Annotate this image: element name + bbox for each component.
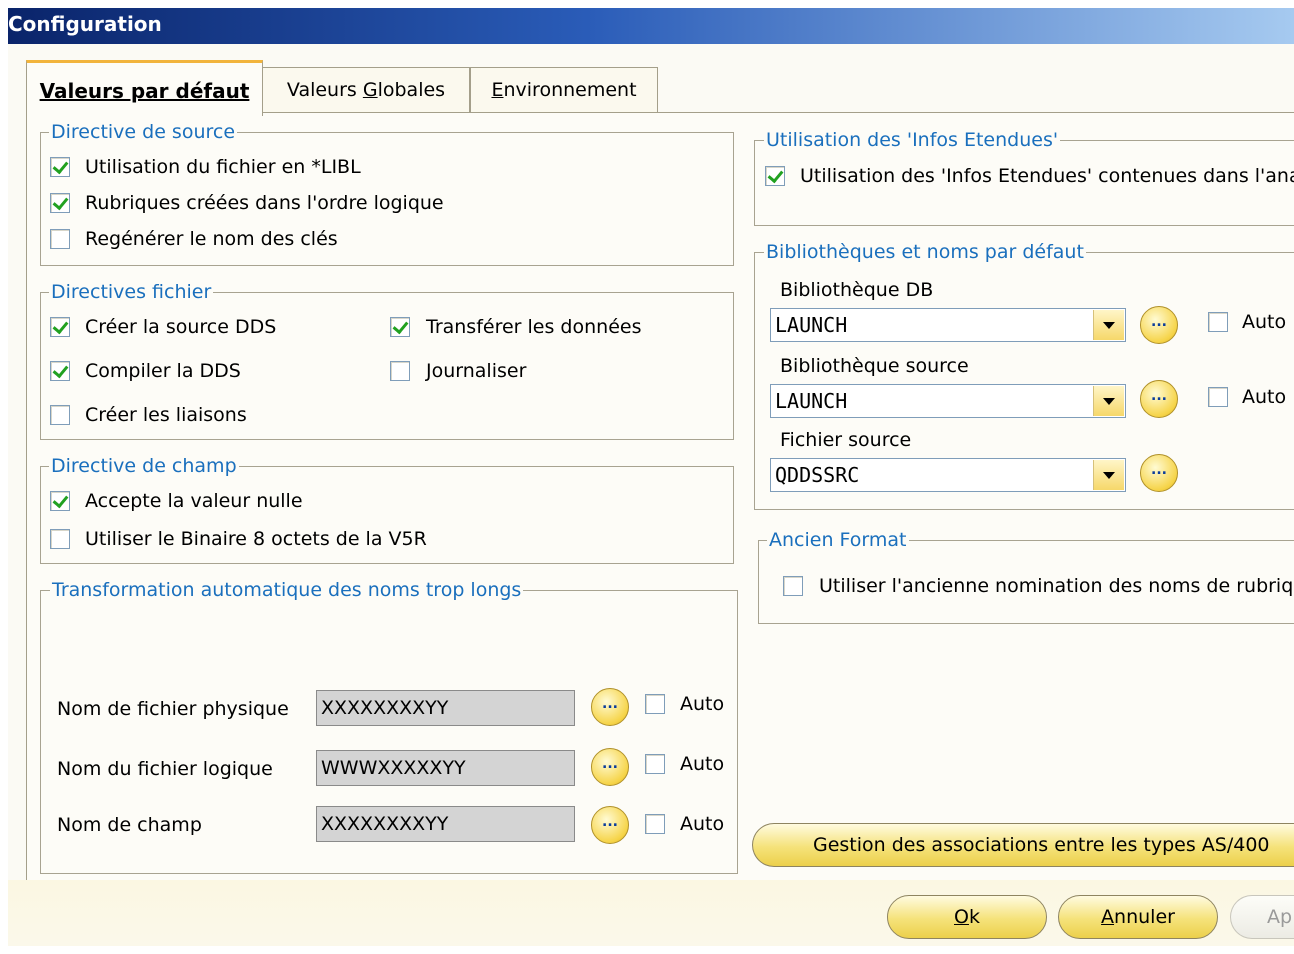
checkbox-valeur-nulle[interactable]	[50, 491, 70, 511]
window-title: Configuration	[8, 12, 162, 36]
auto-checkbox-champ[interactable]	[645, 814, 665, 834]
group-title: Bibliothèques et noms par défaut	[764, 241, 1086, 263]
checkbox-label: Utiliser l'ancienne nomination des noms …	[819, 575, 1294, 597]
group-title: Utilisation des 'Infos Etendues'	[764, 129, 1061, 151]
bibliotheque-source-select[interactable]: LAUNCH	[770, 384, 1126, 418]
tab-label-part: Valeurs	[286, 79, 363, 101]
ellipsis-button[interactable]: ...	[1140, 454, 1178, 492]
field-label: Bibliothèque DB	[780, 279, 934, 301]
checkbox-label: Utilisation des 'Infos Etendues' contenu…	[800, 165, 1294, 187]
select-value: QDDSSRC	[775, 463, 860, 487]
button-label: nnuler	[1114, 906, 1175, 928]
checkbox-label: Auto	[1242, 311, 1287, 333]
auto-checkbox-source[interactable]	[1208, 387, 1228, 407]
checkbox-label: Auto	[680, 753, 725, 775]
tab-valeurs-globales[interactable]: Valeurs Globales	[262, 67, 470, 112]
checkbox-ordre-logique[interactable]	[50, 193, 70, 213]
tab-mnemonic: G	[362, 79, 378, 101]
checkbox-libl[interactable]	[50, 157, 70, 177]
checkbox-regenerer-cles[interactable]	[50, 229, 70, 249]
checkbox-label: Auto	[1242, 386, 1287, 408]
ok-button[interactable]: Ok	[887, 895, 1047, 939]
button-mnemonic: A	[1101, 906, 1115, 928]
group-title: Ancien Format	[767, 529, 909, 551]
ellipsis-button[interactable]: ...	[591, 748, 629, 786]
button-mnemonic: O	[954, 906, 969, 928]
field-label: Fichier source	[780, 429, 912, 451]
checkbox-infos-etendues[interactable]	[765, 166, 785, 186]
checkbox-label: Créer les liaisons	[85, 404, 247, 426]
tab-environnement[interactable]: Environnement	[470, 67, 658, 112]
field-label: Bibliothèque source	[780, 355, 969, 377]
group-title: Directive de source	[49, 121, 238, 143]
auto-checkbox-db[interactable]	[1208, 312, 1228, 332]
chevron-down-icon[interactable]	[1093, 310, 1124, 340]
checkbox-label: Utiliser le Binaire 8 octets de la V5R	[85, 528, 427, 550]
checkbox-label: Accepte la valeur nulle	[85, 490, 303, 512]
button-label: k	[968, 906, 980, 928]
auto-checkbox-logique[interactable]	[645, 754, 665, 774]
group-title: Transformation automatique des noms trop…	[50, 579, 524, 601]
checkbox-binaire-8-octets[interactable]	[50, 529, 70, 549]
chevron-down-icon[interactable]	[1093, 460, 1124, 490]
checkbox-label: Rubriques créées dans l'ordre logique	[85, 192, 444, 214]
checkbox-label: Compiler la DDS	[85, 360, 241, 382]
cancel-button[interactable]: Annuler	[1058, 895, 1218, 939]
field-label: Nom du fichier logique	[57, 758, 273, 780]
checkbox-label: Transférer les données	[426, 316, 642, 338]
field-label: Nom de fichier physique	[57, 698, 289, 720]
apply-button[interactable]: Ap	[1230, 895, 1294, 939]
fichier-source-select[interactable]: QDDSSRC	[770, 458, 1126, 492]
checkbox-label: Regénérer le nom des clés	[85, 228, 338, 250]
button-label: Ap	[1267, 906, 1293, 928]
logical-filename-input[interactable]: WWWXXXXXYY	[316, 750, 575, 786]
gestion-associations-button[interactable]: Gestion des associations entre les types…	[752, 823, 1294, 867]
title-bar	[8, 8, 1294, 44]
select-value: LAUNCH	[775, 313, 848, 337]
tab-label: Valeurs par défaut	[39, 79, 250, 103]
checkbox-creer-liaisons[interactable]	[50, 405, 70, 425]
group-title: Directives fichier	[49, 281, 214, 303]
ellipsis-button[interactable]: ...	[1140, 380, 1178, 418]
chevron-down-icon[interactable]	[1093, 386, 1124, 416]
tab-mnemonic: E	[491, 79, 504, 101]
select-value: LAUNCH	[775, 389, 848, 413]
checkbox-label: Auto	[680, 813, 725, 835]
auto-checkbox-physique[interactable]	[645, 694, 665, 714]
field-label: Nom de champ	[57, 814, 202, 836]
tab-label-part: nvironnement	[503, 79, 637, 101]
bibliotheque-db-select[interactable]: LAUNCH	[770, 308, 1126, 342]
checkbox-label: Utilisation du fichier en *LIBL	[85, 156, 361, 178]
checkbox-ancienne-nomination[interactable]	[783, 576, 803, 596]
checkbox-label: Journaliser	[426, 360, 527, 382]
tab-valeurs-par-defaut[interactable]: Valeurs par défaut	[26, 60, 263, 116]
checkbox-journaliser[interactable]	[390, 361, 410, 381]
field-name-input[interactable]: XXXXXXXXYY	[316, 806, 575, 842]
checkbox-label: Auto	[680, 693, 725, 715]
physical-filename-input[interactable]: XXXXXXXXYY	[316, 690, 575, 726]
checkbox-transferer-donnees[interactable]	[390, 317, 410, 337]
checkbox-compiler-dds[interactable]	[50, 361, 70, 381]
group-title: Directive de champ	[49, 455, 239, 477]
ellipsis-button[interactable]: ...	[591, 806, 629, 844]
checkbox-creer-source-dds[interactable]	[50, 317, 70, 337]
button-label: Gestion des associations entre les types…	[813, 834, 1270, 856]
checkbox-label: Créer la source DDS	[85, 316, 277, 338]
ellipsis-button[interactable]: ...	[1140, 306, 1178, 344]
tab-label-part: lobales	[377, 79, 446, 101]
ellipsis-button[interactable]: ...	[591, 688, 629, 726]
